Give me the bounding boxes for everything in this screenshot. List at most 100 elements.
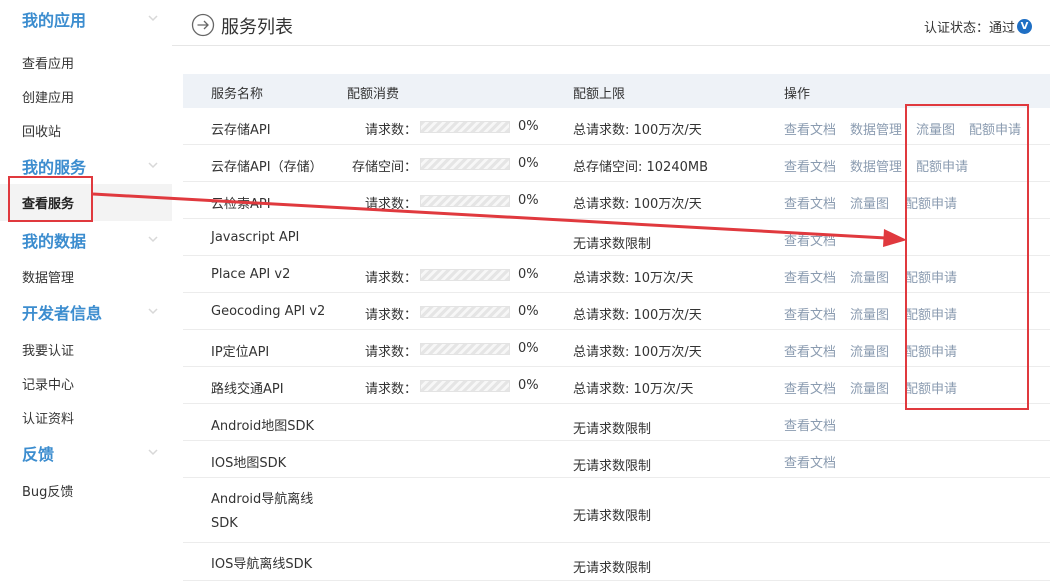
service-name: IOS导航离线SDK (211, 557, 313, 572)
quota-limit: 总请求数: 10万次/天 (573, 382, 694, 397)
service-name: Android地图SDK (211, 419, 315, 434)
sidebar-item-view-apps[interactable]: 查看应用 (0, 45, 172, 79)
section-title: 我的应用 (22, 10, 87, 30)
column-header-actions: 操作 (784, 87, 811, 102)
service-name: IOS地图SDK (211, 456, 287, 471)
usage-bar (420, 306, 510, 318)
sidebar-item-certify[interactable]: 我要认证 (0, 332, 172, 366)
sidebar-item-label: 创建应用 (22, 90, 75, 106)
chevron-down-icon[interactable] (146, 445, 160, 459)
annotation-box-actions (905, 104, 1029, 410)
traffic-chart-link[interactable]: 流量图 (850, 341, 889, 360)
view-docs-link[interactable]: 查看文档 (784, 378, 836, 397)
quota-limit: 无请求数限制 (573, 509, 652, 524)
column-header-name: 服务名称 (211, 87, 264, 102)
sidebar-item-records[interactable]: 记录中心 (0, 366, 172, 400)
service-name: Javascript API (211, 230, 300, 245)
sidebar-item-label: 查看应用 (22, 56, 75, 72)
view-docs-link[interactable]: 查看文档 (784, 304, 836, 323)
sidebar-item-label: 我要认证 (22, 343, 75, 359)
sidebar-item-cert-info[interactable]: 认证资料 (0, 400, 172, 434)
usage-label: 请求数： (365, 271, 418, 286)
view-docs-link[interactable]: 查看文档 (784, 156, 836, 175)
usage-percent: 0% (518, 341, 539, 356)
usage-label: 请求数： (365, 382, 418, 397)
service-name: IP定位API (211, 345, 270, 360)
sidebar-item-bug-feedback[interactable]: Bug反馈 (0, 473, 172, 507)
view-docs-link[interactable]: 查看文档 (784, 230, 836, 249)
view-docs-link[interactable]: 查看文档 (784, 341, 836, 360)
page-header: 服务列表 认证状态：通过 V (172, 0, 1050, 46)
usage-percent: 0% (518, 304, 539, 319)
quota-limit: 总请求数: 100万次/天 (573, 123, 702, 138)
usage-bar (420, 380, 510, 392)
section-title: 反馈 (22, 444, 55, 464)
view-docs-link[interactable]: 查看文档 (784, 452, 836, 471)
traffic-chart-link[interactable]: 流量图 (850, 304, 889, 323)
usage-label: 请求数： (365, 197, 418, 212)
section-title: 开发者信息 (22, 303, 103, 323)
usage-percent: 0% (518, 193, 539, 208)
data-management-link[interactable]: 数据管理 (850, 119, 902, 138)
section-my-data[interactable]: 我的数据 (0, 221, 172, 258)
view-docs-link[interactable]: 查看文档 (784, 415, 836, 434)
service-name: 云存储API（存储） (211, 160, 323, 175)
service-name: Android导航离线 (211, 492, 314, 507)
sidebar-item-data-management[interactable]: 数据管理 (0, 259, 172, 293)
usage-percent: 0% (518, 156, 539, 171)
quota-limit: 总请求数: 100万次/天 (573, 345, 702, 360)
section-feedback[interactable]: 反馈 (0, 434, 172, 471)
usage-bar (420, 195, 510, 207)
chevron-down-icon[interactable] (146, 11, 160, 25)
table-row: IOS地图SDK 无请求数限制 查看文档 (183, 441, 1050, 478)
usage-percent: 0% (518, 119, 539, 134)
sidebar-item-label: 记录中心 (22, 377, 75, 393)
chevron-down-icon[interactable] (146, 304, 160, 318)
data-management-link[interactable]: 数据管理 (850, 156, 902, 175)
table-row: IOS导航离线SDK 无请求数限制 (183, 543, 1050, 581)
service-name: 路线交通API (211, 382, 284, 397)
quota-limit: 无请求数限制 (573, 459, 652, 474)
service-name: Place API v2 (211, 267, 291, 282)
traffic-chart-link[interactable]: 流量图 (850, 267, 889, 286)
sidebar-item-recycle-bin[interactable]: 回收站 (0, 113, 172, 147)
quota-limit: 总请求数: 10万次/天 (573, 271, 694, 286)
chevron-down-icon[interactable] (146, 158, 160, 172)
auth-status: 认证状态：通过 V (924, 17, 1032, 36)
view-docs-link[interactable]: 查看文档 (784, 267, 836, 286)
section-developer-info[interactable]: 开发者信息 (0, 293, 172, 330)
section-my-apps[interactable]: 我的应用 (0, 0, 172, 37)
view-docs-link[interactable]: 查看文档 (784, 119, 836, 138)
quota-limit: 总请求数: 100万次/天 (573, 308, 702, 323)
service-name-line2: SDK (211, 516, 238, 531)
annotation-box-sidebar (8, 176, 93, 222)
sidebar-item-create-app[interactable]: 创建应用 (0, 79, 172, 113)
page-title: 服务列表 (221, 17, 293, 38)
section-title: 我的服务 (22, 157, 87, 177)
auth-status-label: 认证状态：通过 (923, 21, 1015, 36)
usage-label: 存储空间： (352, 160, 418, 175)
service-name: 云存储API (211, 123, 271, 138)
sidebar-item-label: Bug反馈 (22, 484, 74, 500)
usage-label: 请求数： (365, 308, 418, 323)
sidebar-item-label: 数据管理 (22, 270, 75, 286)
traffic-chart-link[interactable]: 流量图 (850, 193, 889, 212)
usage-bar (420, 121, 510, 133)
table-header: 服务名称 配额消费 配额上限 操作 (183, 74, 1050, 108)
chevron-down-icon[interactable] (146, 232, 160, 246)
quota-limit: 无请求数限制 (573, 237, 652, 252)
traffic-chart-link[interactable]: 流量图 (850, 378, 889, 397)
column-header-limit: 配额上限 (573, 87, 626, 102)
view-docs-link[interactable]: 查看文档 (784, 193, 836, 212)
sidebar-item-label: 回收站 (22, 124, 62, 140)
quota-limit: 总请求数: 100万次/天 (573, 197, 702, 212)
sidebar-item-label: 认证资料 (22, 411, 75, 427)
arrow-right-circle-icon[interactable] (191, 13, 215, 37)
usage-label: 请求数： (365, 345, 418, 360)
usage-bar (420, 269, 510, 281)
sidebar: 我的应用 查看应用 创建应用 回收站 我的服务 查看服务 我的数据 数据管理 开… (0, 0, 172, 581)
table-row: Android导航离线 SDK 无请求数限制 (183, 478, 1050, 543)
usage-bar (420, 343, 510, 355)
verified-icon: V (1017, 19, 1032, 34)
service-name: 云检索API (211, 197, 271, 212)
